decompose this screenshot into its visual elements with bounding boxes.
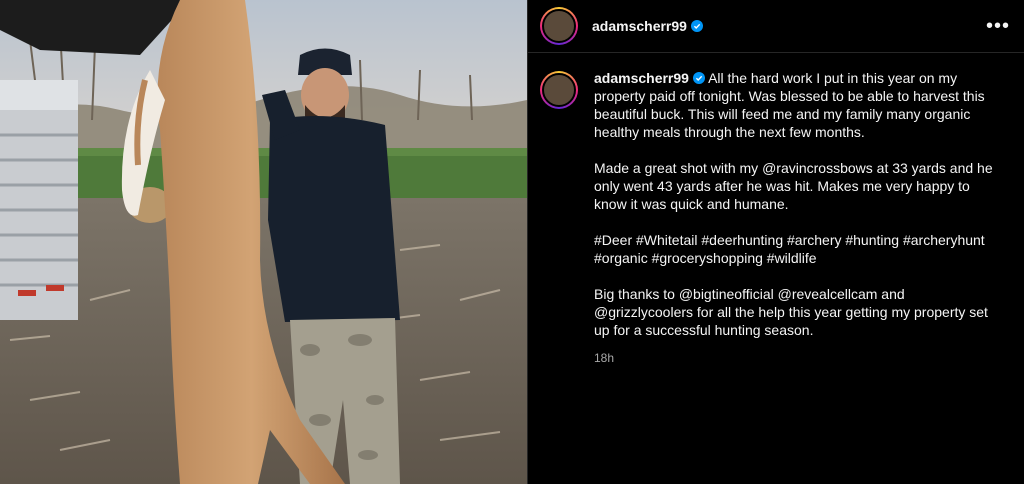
header-username[interactable]: adamscherr99 (592, 18, 687, 34)
post-details-panel: adamscherr99 ••• adamscherr99 All the ha… (527, 0, 1024, 484)
post-time[interactable]: 18h (594, 349, 1004, 367)
verified-badge-icon (690, 20, 703, 32)
caption-hashtags[interactable]: #Deer #Whitetail #deerhunting #archery #… (594, 231, 1004, 267)
post-photo[interactable] (0, 0, 527, 484)
caption-paragraph-2: Made a great shot with my @ravincrossbow… (594, 160, 993, 212)
caption-body: adamscherr99 All the hard work I put in … (594, 69, 1004, 367)
verified-badge-icon (692, 72, 705, 84)
more-options-icon[interactable]: ••• (986, 16, 1010, 36)
post-modal: adamscherr99 ••• adamscherr99 All the ha… (0, 0, 1024, 484)
caption-paragraph-4: Big thanks to @bigtineofficial @revealce… (594, 286, 988, 338)
post-header: adamscherr99 ••• (528, 0, 1024, 53)
caption: adamscherr99 All the hard work I put in … (528, 53, 1024, 367)
caption-username[interactable]: adamscherr99 (594, 70, 689, 86)
caption-avatar[interactable] (540, 71, 578, 109)
photo-illustration (0, 0, 527, 484)
avatar[interactable] (540, 7, 578, 45)
